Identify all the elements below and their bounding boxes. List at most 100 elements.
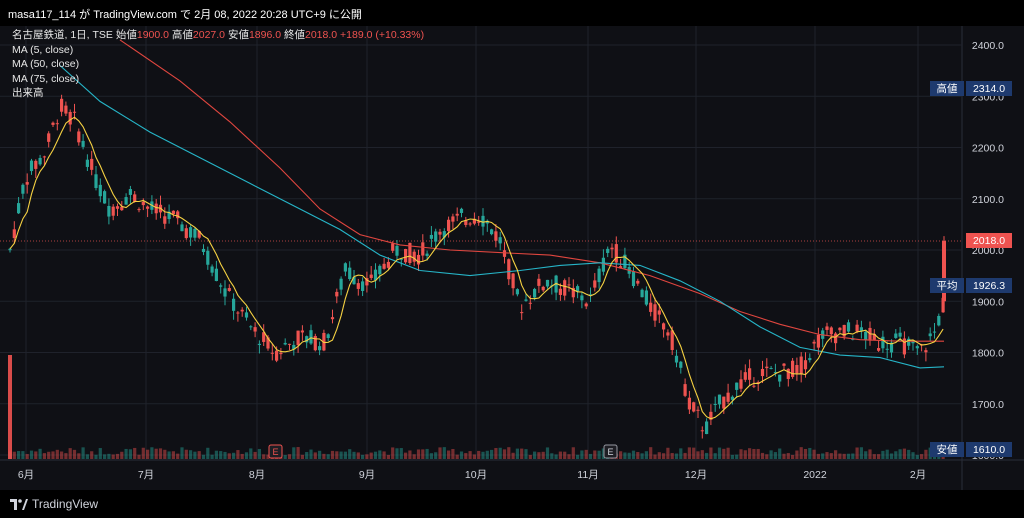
candle-body (537, 278, 541, 286)
volume-bar (133, 447, 137, 459)
volume-bar (305, 452, 309, 459)
legend-ma50[interactable]: MA (50, close) (12, 57, 424, 72)
candle-body (696, 409, 700, 411)
candle-body (606, 248, 610, 253)
candle-body (812, 341, 816, 344)
candle-body (369, 274, 373, 279)
volume-bar (795, 450, 799, 459)
volume-bar (563, 451, 567, 459)
volume-bar (726, 447, 730, 459)
volume-bar (318, 450, 322, 459)
time-tick: 6月 (18, 469, 34, 481)
volume-bar (597, 450, 601, 459)
candle-body (111, 206, 115, 216)
volume-bar (343, 451, 347, 459)
time-tick: 12月 (685, 469, 707, 481)
svg-text:安値: 安値 (937, 443, 958, 456)
volume-bar (485, 450, 489, 459)
candle-body (670, 330, 674, 350)
candle-body (447, 219, 451, 232)
volume-bar (464, 453, 468, 459)
candle-body (915, 346, 919, 349)
svg-text:平均: 平均 (937, 280, 958, 292)
volume-bar (326, 454, 330, 459)
candle-body (356, 283, 360, 289)
volume-bar (348, 449, 352, 459)
svg-text:1610.0: 1610.0 (973, 444, 1005, 456)
volume-bar (382, 451, 386, 459)
volume-bar (283, 454, 287, 459)
candle-body (270, 352, 274, 354)
candle-body (404, 249, 408, 263)
candle-body (296, 330, 300, 346)
volume-bar (313, 452, 317, 459)
candle-body (520, 312, 524, 314)
volume-bar (206, 447, 210, 459)
volume-bar (339, 451, 343, 459)
volume-bar (524, 449, 528, 459)
low-value: 1896.0 (248, 29, 282, 41)
candle-body (219, 285, 223, 287)
svg-text:E: E (607, 447, 613, 457)
candle-body (214, 268, 218, 282)
candle-body (928, 333, 932, 337)
candle-body (38, 157, 42, 165)
volume-bar (881, 450, 885, 459)
volume-bar (490, 449, 494, 459)
candle-body (846, 322, 851, 332)
candle-body (760, 368, 765, 377)
volume-bar (184, 449, 188, 459)
volume-bar (584, 449, 588, 459)
candle-body (567, 284, 571, 286)
low-label: 安値 (227, 29, 249, 41)
svg-text:2018.0: 2018.0 (973, 235, 1005, 247)
volume-bar (550, 453, 554, 459)
tradingview-brand[interactable]: TradingView (10, 497, 98, 511)
candle-body (679, 361, 683, 368)
legend-ma5[interactable]: MA (5, close) (12, 43, 424, 58)
publish-line: masa117_114 が TradingView.com で 2月 08, 2… (8, 9, 362, 21)
candle-body (924, 350, 928, 353)
symbol-label: 名古屋鉄道, 1日, TSE (12, 29, 113, 41)
candle-body (494, 231, 498, 241)
candle-body (275, 350, 279, 361)
volume-bar (468, 451, 472, 459)
volume-bar (636, 452, 640, 459)
legend-ma75[interactable]: MA (75, close) (12, 72, 424, 87)
earnings-marker-aug[interactable]: E (268, 444, 283, 459)
candle-body (180, 224, 184, 232)
candle-body (206, 250, 210, 265)
volume-bar (722, 448, 726, 459)
candle-body (90, 158, 94, 170)
volume-bar (309, 449, 313, 459)
candle-body (726, 392, 730, 402)
volume-bar (81, 447, 85, 459)
volume-bar (34, 451, 38, 459)
volume-bar (571, 447, 575, 459)
volume-bar (451, 448, 455, 459)
candle-body (533, 288, 537, 298)
volume-bar (438, 447, 442, 459)
earnings-marker-nov[interactable]: E (603, 444, 618, 459)
candle-body (425, 253, 429, 256)
volume-bar (554, 454, 558, 459)
high-price-tag: 高値 2314.0 (930, 81, 1012, 96)
price-tick: 1900.0 (972, 296, 1004, 308)
volume-bar (567, 454, 571, 459)
volume-bar (631, 450, 636, 459)
candle-body (391, 243, 395, 251)
candle-body (877, 348, 881, 351)
volume-bar (219, 451, 223, 459)
candle-body (451, 216, 455, 222)
volume-bar (760, 452, 765, 459)
volume-bar (657, 452, 661, 459)
volume-bar (322, 453, 326, 459)
volume-bar (60, 451, 64, 459)
legend-volume[interactable]: 出来高 (12, 86, 424, 101)
time-tick: 9月 (359, 469, 375, 481)
candle-body (558, 288, 562, 295)
volume-bar (197, 451, 201, 459)
candle-body (223, 288, 227, 297)
candle-body (765, 366, 769, 369)
close-label: 終値 (284, 29, 305, 41)
